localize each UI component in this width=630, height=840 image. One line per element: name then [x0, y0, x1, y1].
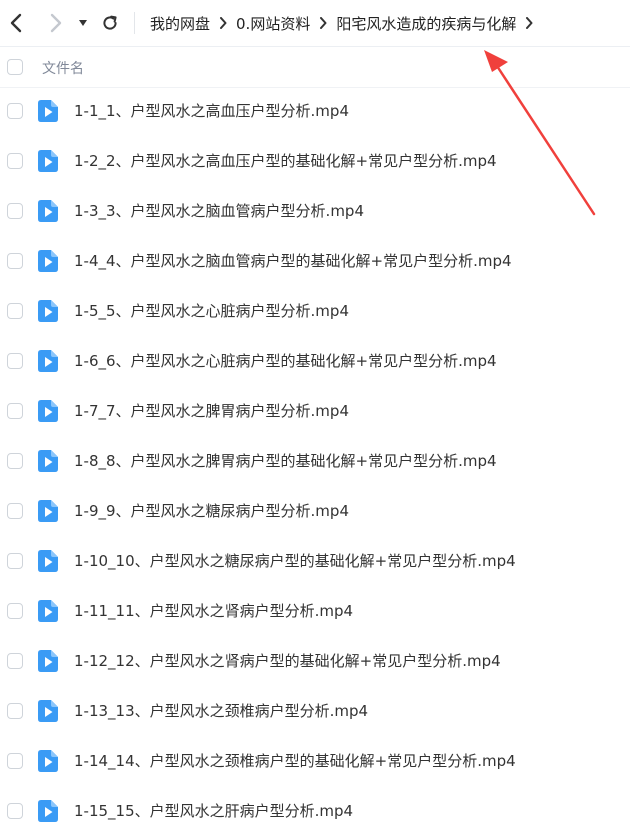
row-checkbox[interactable]: [7, 653, 23, 669]
video-file-icon: [38, 500, 58, 522]
file-row[interactable]: 1-12_12、户型风水之肾病户型的基础化解+常见户型分析.mp4: [0, 636, 630, 686]
row-checkbox[interactable]: [7, 803, 23, 819]
file-row[interactable]: 1-10_10、户型风水之糖尿病户型的基础化解+常见户型分析.mp4: [0, 536, 630, 586]
breadcrumb: 我的网盘 0.网站资料 阳宅风水造成的疾病与化解: [150, 0, 542, 46]
video-file-icon: [38, 400, 58, 422]
chevron-right-icon: [219, 17, 227, 29]
file-name[interactable]: 1-3_3、户型风水之脑血管病户型分析.mp4: [74, 186, 364, 236]
row-checkbox[interactable]: [7, 753, 23, 769]
file-row[interactable]: 1-11_11、户型风水之肾病户型分析.mp4: [0, 586, 630, 636]
video-file-icon: [38, 600, 58, 622]
breadcrumb-item-folder[interactable]: 0.网站资料: [236, 13, 310, 34]
row-checkbox[interactable]: [7, 503, 23, 519]
file-row[interactable]: 1-2_2、户型风水之高血压户型的基础化解+常见户型分析.mp4: [0, 136, 630, 186]
video-file-icon: [38, 300, 58, 322]
forward-button[interactable]: [44, 9, 68, 37]
chevron-right-icon: [319, 17, 327, 29]
caret-down-icon: [79, 20, 87, 26]
row-checkbox[interactable]: [7, 603, 23, 619]
chevron-right-icon: [525, 17, 533, 29]
chevron-left-icon: [10, 13, 22, 33]
file-name[interactable]: 1-10_10、户型风水之糖尿病户型的基础化解+常见户型分析.mp4: [74, 536, 516, 586]
row-checkbox[interactable]: [7, 253, 23, 269]
file-name[interactable]: 1-12_12、户型风水之肾病户型的基础化解+常见户型分析.mp4: [74, 636, 501, 686]
file-row[interactable]: 1-13_13、户型风水之颈椎病户型分析.mp4: [0, 686, 630, 736]
toolbar-divider: [134, 12, 135, 34]
refresh-icon: [103, 15, 117, 30]
file-name[interactable]: 1-5_5、户型风水之心脏病户型分析.mp4: [74, 286, 349, 336]
file-name[interactable]: 1-4_4、户型风水之脑血管病户型的基础化解+常见户型分析.mp4: [74, 236, 512, 286]
file-row[interactable]: 1-9_9、户型风水之糖尿病户型分析.mp4: [0, 486, 630, 536]
row-checkbox[interactable]: [7, 403, 23, 419]
video-file-icon: [38, 700, 58, 722]
select-all-checkbox[interactable]: [7, 59, 23, 75]
file-row[interactable]: 1-4_4、户型风水之脑血管病户型的基础化解+常见户型分析.mp4: [0, 236, 630, 286]
file-row[interactable]: 1-5_5、户型风水之心脏病户型分析.mp4: [0, 286, 630, 336]
file-row[interactable]: 1-3_3、户型风水之脑血管病户型分析.mp4: [0, 186, 630, 236]
back-button[interactable]: [4, 9, 28, 37]
file-row[interactable]: 1-14_14、户型风水之颈椎病户型的基础化解+常见户型分析.mp4: [0, 736, 630, 786]
video-file-icon: [38, 150, 58, 172]
file-name[interactable]: 1-13_13、户型风水之颈椎病户型分析.mp4: [74, 686, 368, 736]
file-row[interactable]: 1-7_7、户型风水之脾胃病户型分析.mp4: [0, 386, 630, 436]
file-name[interactable]: 1-6_6、户型风水之心脏病户型的基础化解+常见户型分析.mp4: [74, 336, 497, 386]
file-row[interactable]: 1-1_1、户型风水之高血压户型分析.mp4: [0, 86, 630, 136]
file-name[interactable]: 1-2_2、户型风水之高血压户型的基础化解+常见户型分析.mp4: [74, 136, 497, 186]
file-list-header: 文件名: [0, 47, 630, 88]
row-checkbox[interactable]: [7, 453, 23, 469]
file-row[interactable]: 1-6_6、户型风水之心脏病户型的基础化解+常见户型分析.mp4: [0, 336, 630, 386]
row-checkbox[interactable]: [7, 103, 23, 119]
video-file-icon: [38, 450, 58, 472]
file-row[interactable]: 1-8_8、户型风水之脾胃病户型的基础化解+常见户型分析.mp4: [0, 436, 630, 486]
video-file-icon: [38, 250, 58, 272]
video-file-icon: [38, 750, 58, 772]
row-checkbox[interactable]: [7, 203, 23, 219]
history-dropdown-button[interactable]: [75, 9, 91, 37]
row-checkbox[interactable]: [7, 353, 23, 369]
video-file-icon: [38, 550, 58, 572]
row-checkbox[interactable]: [7, 553, 23, 569]
file-name[interactable]: 1-8_8、户型风水之脾胃病户型的基础化解+常见户型分析.mp4: [74, 436, 497, 486]
file-name[interactable]: 1-15_15、户型风水之肝病户型分析.mp4: [74, 786, 353, 836]
chevron-right-icon: [50, 13, 62, 33]
breadcrumb-item-root[interactable]: 我的网盘: [150, 13, 210, 34]
file-name[interactable]: 1-9_9、户型风水之糖尿病户型分析.mp4: [74, 486, 349, 536]
video-file-icon: [38, 100, 58, 122]
row-checkbox[interactable]: [7, 703, 23, 719]
file-name[interactable]: 1-11_11、户型风水之肾病户型分析.mp4: [74, 586, 353, 636]
video-file-icon: [38, 200, 58, 222]
file-name[interactable]: 1-14_14、户型风水之颈椎病户型的基础化解+常见户型分析.mp4: [74, 736, 516, 786]
video-file-icon: [38, 650, 58, 672]
toolbar: 我的网盘 0.网站资料 阳宅风水造成的疾病与化解: [0, 0, 630, 47]
refresh-button[interactable]: [98, 9, 122, 37]
column-header-filename[interactable]: 文件名: [42, 58, 84, 78]
breadcrumb-item-current[interactable]: 阳宅风水造成的疾病与化解: [336, 13, 516, 34]
file-name[interactable]: 1-7_7、户型风水之脾胃病户型分析.mp4: [74, 386, 349, 436]
file-name[interactable]: 1-1_1、户型风水之高血压户型分析.mp4: [74, 86, 349, 136]
video-file-icon: [38, 800, 58, 822]
video-file-icon: [38, 350, 58, 372]
row-checkbox[interactable]: [7, 303, 23, 319]
file-row[interactable]: 1-15_15、户型风水之肝病户型分析.mp4: [0, 786, 630, 836]
row-checkbox[interactable]: [7, 153, 23, 169]
